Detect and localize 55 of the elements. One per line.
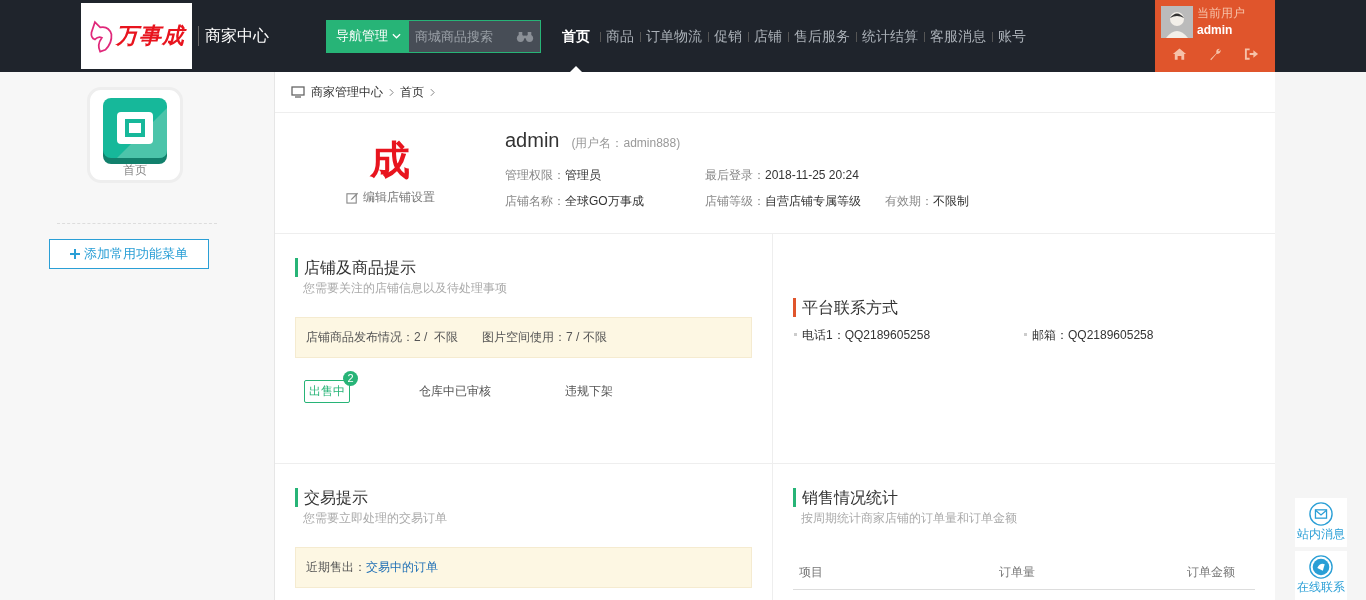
profile-field: 店铺等级：自营店铺专属等级	[705, 192, 885, 210]
contact-item: 电话1：QQ2189605258	[794, 327, 1024, 344]
column-header: 订单金额	[1186, 563, 1235, 581]
breadcrumb-link[interactable]: 首页	[400, 83, 424, 101]
status-tab[interactable]: 仓库中已审核	[414, 380, 496, 403]
user-label: 当前用户	[1197, 5, 1245, 22]
nav-tab[interactable]: 首页	[551, 0, 600, 72]
admin-name: admin	[505, 129, 560, 152]
avatar-icon	[1161, 6, 1193, 38]
monitor-icon	[291, 86, 305, 98]
profile-field: 店铺名称：全球GO万事成	[505, 192, 705, 210]
plus-icon	[70, 249, 80, 259]
column-header: 项目	[799, 563, 824, 581]
contact-item: 邮箱：QQ2189605258	[1024, 327, 1254, 344]
username-text: (用户名：admin888)	[571, 135, 681, 152]
section-title: 销售情况统计	[793, 488, 1255, 507]
section-title: 交易提示	[295, 488, 752, 507]
nav-tab[interactable]: 店铺	[748, 0, 788, 72]
store-logo-text: 成	[369, 137, 411, 184]
section-subtitle: 您需要关注的店铺信息以及待处理事项	[303, 280, 508, 297]
header-title: 商家中心	[198, 26, 269, 46]
home-tile[interactable]: 首页	[87, 87, 183, 183]
logo[interactable]: 万事成	[81, 3, 192, 69]
nav-tab[interactable]: 客服消息	[924, 0, 992, 72]
nav-tab[interactable]: 订单物流	[640, 0, 708, 72]
breadcrumb-link[interactable]: 商家管理中心	[311, 83, 383, 101]
nav-tab[interactable]: 售后服务	[788, 0, 856, 72]
edit-store-link[interactable]: 编辑店铺设置	[345, 189, 435, 206]
edit-icon	[345, 191, 359, 204]
profile-field: 最后登录：2018-11-25 20:24	[705, 166, 885, 184]
count-badge: 2	[343, 371, 358, 386]
user-name: admin	[1197, 22, 1234, 39]
section-subtitle: 您需要立即处理的交易订单	[303, 510, 448, 527]
square-app-icon	[103, 98, 167, 164]
notice-text: 图片空间使用：7 / 不限	[482, 329, 607, 346]
section-title: 店铺及商品提示	[295, 258, 752, 277]
column-header: 订单量	[998, 563, 1036, 581]
nav-tab[interactable]: 账号	[992, 0, 1032, 72]
nav-tab[interactable]: 商品	[600, 0, 640, 72]
orders-link[interactable]: 交易中的订单	[366, 559, 438, 576]
notice-label: 近期售出：	[306, 559, 366, 576]
status-tab[interactable]: 违规下架	[560, 380, 618, 403]
logo-text: 万事成	[116, 22, 185, 50]
chevron-right-icon	[389, 87, 394, 97]
nav-tab[interactable]: 促销	[708, 0, 748, 72]
section-subtitle: 按周期统计商家店铺的订单量和订单金额	[801, 510, 1018, 527]
section-title: 平台联系方式	[793, 298, 1255, 317]
notice-text: 店铺商品发布情况：2 / 不限	[306, 329, 458, 346]
nav-tab[interactable]: 统计结算	[856, 0, 924, 72]
envelope-icon	[1308, 502, 1333, 526]
profile-field: 有效期：不限制	[885, 192, 969, 210]
profile-field: 管理权限：管理员	[505, 166, 705, 184]
home-icon[interactable]	[1171, 47, 1187, 61]
chevron-right-icon	[430, 87, 435, 97]
sign-out-icon[interactable]	[1243, 47, 1259, 61]
